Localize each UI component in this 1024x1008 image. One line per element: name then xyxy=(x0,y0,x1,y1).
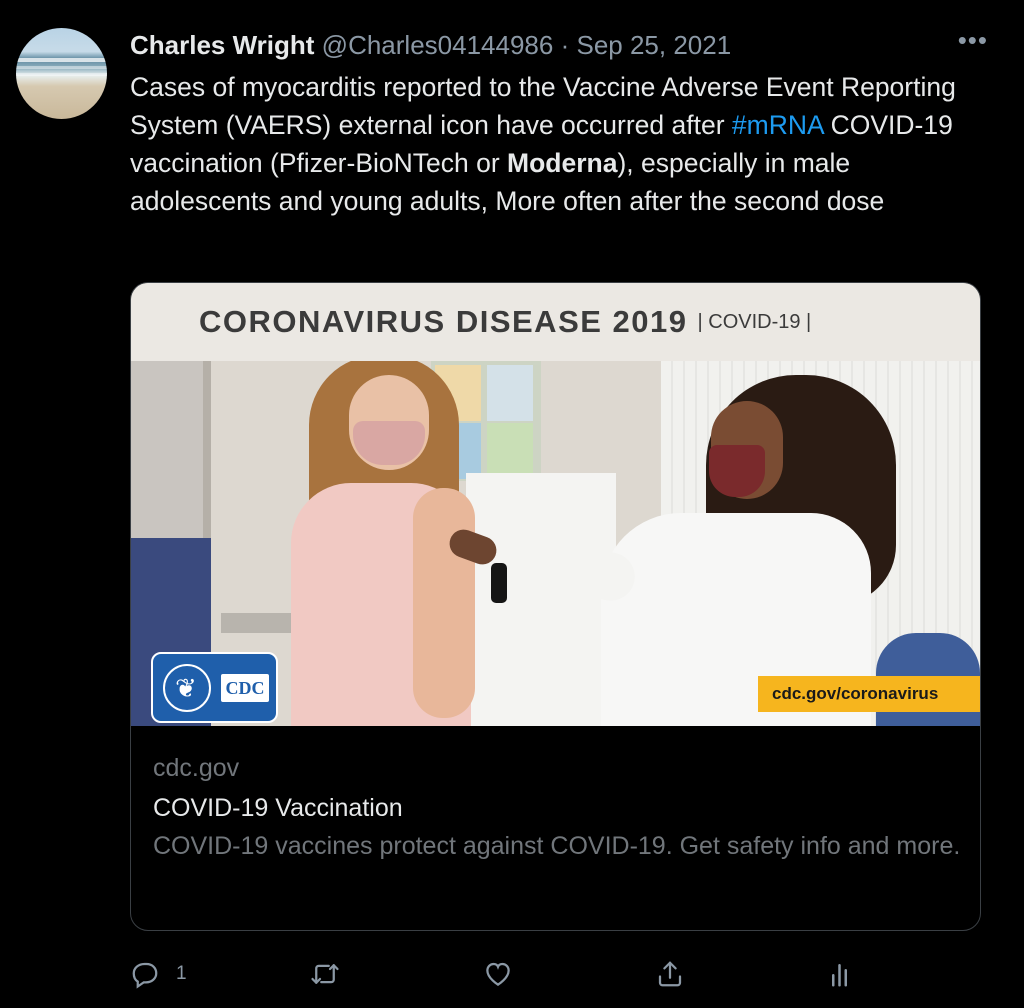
share-button[interactable] xyxy=(655,952,685,996)
author-name[interactable]: Charles Wright xyxy=(130,30,314,60)
reply-icon xyxy=(132,962,158,989)
like-icon xyxy=(486,962,510,986)
author-handle[interactable]: @Charles04144986 xyxy=(322,30,554,60)
separator-dot: · xyxy=(560,30,570,60)
retweet-button[interactable] xyxy=(310,952,356,996)
tweet-text: Cases of myocarditis reported to the Vac… xyxy=(130,68,990,220)
bold-text: Moderna xyxy=(507,148,618,178)
retweet-icon xyxy=(311,964,339,984)
image-url-banner: cdc.gov/coronavirus xyxy=(758,676,980,712)
image-banner-subtitle: | COVID-19 | xyxy=(697,310,812,333)
nurse-mask xyxy=(709,445,765,497)
reply-count: 1 xyxy=(176,963,187,984)
nurse-watch xyxy=(491,563,507,603)
like-button[interactable] xyxy=(483,952,529,996)
analytics-button[interactable] xyxy=(827,952,857,996)
card-image[interactable]: CORONAVIRUS DISEASE 2019 | COVID-19 | ❦ … xyxy=(131,283,980,726)
hashtag-link[interactable]: #mRNA xyxy=(732,110,823,140)
tweet-date[interactable]: Sep 25, 2021 xyxy=(576,30,731,60)
scene-exampaper xyxy=(466,473,616,726)
share-icon xyxy=(658,961,682,987)
scene-stool xyxy=(221,613,301,633)
patient-arm xyxy=(413,488,475,718)
reply-button[interactable]: 1 xyxy=(130,952,187,996)
image-banner: CORONAVIRUS DISEASE 2019 | COVID-19 | xyxy=(131,283,980,361)
card-title: COVID-19 Vaccination xyxy=(153,794,403,822)
cdc-logo-text: CDC xyxy=(221,674,269,702)
hhs-seal-icon: ❦ xyxy=(163,664,211,712)
avatar[interactable] xyxy=(16,28,107,119)
more-icon[interactable]: ••• xyxy=(958,27,988,53)
image-banner-title: CORONAVIRUS DISEASE 2019 xyxy=(199,304,688,339)
tweet-header: Charles Wright @Charles04144986 · Sep 25… xyxy=(130,28,964,62)
action-bar: 1 xyxy=(130,952,860,996)
analytics-icon xyxy=(832,964,847,987)
tweet: Charles Wright @Charles04144986 · Sep 25… xyxy=(0,0,1024,1008)
card-text[interactable]: cdc.gov COVID-19 Vaccination COVID-19 va… xyxy=(153,751,963,865)
link-card[interactable]: CORONAVIRUS DISEASE 2019 | COVID-19 | ❦ … xyxy=(130,282,981,931)
cdc-logo: ❦ CDC xyxy=(151,652,278,723)
card-description: COVID-19 vaccines protect against COVID-… xyxy=(153,832,961,860)
card-domain: cdc.gov xyxy=(153,754,240,782)
